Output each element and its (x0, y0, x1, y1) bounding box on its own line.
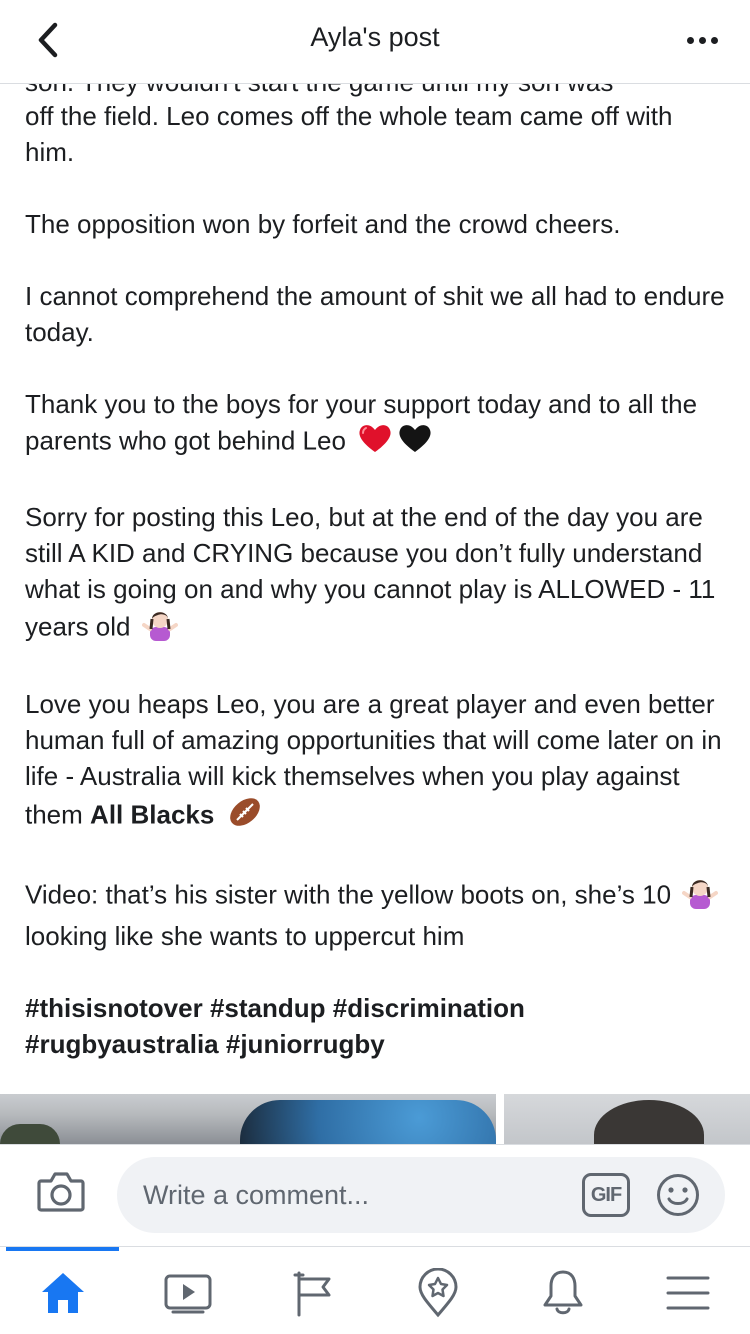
post-media-strip (0, 1094, 750, 1144)
more-horizontal-icon (686, 36, 694, 44)
photo-detail (0, 1124, 60, 1144)
post-photo[interactable] (0, 1094, 496, 1144)
tab-pages[interactable] (250, 1261, 375, 1325)
menu-icon (666, 1276, 709, 1310)
tab-explore[interactable] (375, 1261, 500, 1325)
back-button[interactable] (26, 18, 70, 62)
post-paragraph-text: looking like she wants to uppercut him (25, 921, 465, 951)
bell-icon (543, 1270, 582, 1315)
top-navigation-bar: Ayla's post (0, 0, 750, 84)
black-heart-icon (397, 422, 433, 463)
camera-button[interactable] (36, 1169, 92, 1219)
explore-star-icon (417, 1268, 458, 1318)
pages-flag-icon (293, 1271, 330, 1317)
hashtag-link[interactable]: #juniorrugby (226, 1029, 385, 1059)
hashtag-link[interactable]: #thisisnotover (25, 993, 203, 1023)
person-shrugging-icon (682, 875, 719, 918)
photo-detail (594, 1100, 704, 1144)
post-paragraph: Thank you to the boys for your support t… (25, 386, 725, 463)
red-heart-icon (357, 422, 393, 463)
comment-input[interactable] (117, 1157, 725, 1233)
tab-menu[interactable] (625, 1261, 750, 1325)
sticker-button[interactable] (656, 1173, 700, 1217)
comment-composer: GIF (0, 1144, 750, 1246)
team-name-link[interactable]: All Blacks (90, 799, 214, 829)
photo-detail (240, 1100, 496, 1144)
camera-icon (37, 1172, 85, 1212)
bottom-tab-bar (0, 1246, 750, 1334)
hashtag-link[interactable]: #discrimination (333, 993, 525, 1023)
active-tab-indicator (6, 1247, 119, 1251)
post-paragraph-text: Sorry for posting this Leo, but at the e… (25, 502, 716, 642)
more-options-button[interactable] (680, 24, 724, 56)
post-paragraph: Sorry for posting this Leo, but at the e… (25, 499, 725, 650)
dot (710, 36, 718, 44)
post-paragraph: Video: that’s his sister with the yellow… (25, 875, 725, 954)
tab-home[interactable] (0, 1261, 125, 1325)
home-icon (41, 1273, 84, 1313)
post-photo[interactable] (504, 1094, 750, 1144)
hashtag-link[interactable]: #rugbyaustralia (25, 1029, 219, 1059)
dot (698, 36, 706, 44)
tab-notifications[interactable] (500, 1261, 625, 1325)
smiley-icon (657, 1174, 699, 1216)
hashtag-list: #thisisnotover #standup #discrimination … (25, 990, 725, 1062)
chevron-left-icon (38, 22, 58, 58)
post-paragraph: off the field. Leo comes off the whole t… (25, 101, 673, 167)
page-title: Ayla's post (310, 22, 440, 52)
person-shrugging-icon (141, 607, 178, 650)
post-body: son. They wouldn't start the game until … (0, 84, 750, 1146)
post-paragraph: Love you heaps Leo, you are a great play… (25, 686, 725, 839)
post-paragraph: I cannot comprehend the amount of shit w… (25, 281, 725, 347)
tab-video[interactable] (125, 1261, 250, 1325)
gif-button[interactable]: GIF (582, 1173, 630, 1217)
video-icon (164, 1274, 211, 1314)
post-paragraph-text: Video: that’s his sister with the yellow… (25, 879, 672, 910)
hashtag-link[interactable]: #standup (210, 993, 326, 1023)
post-text: off the field. Leo comes off the whole t… (25, 98, 725, 1062)
football-icon (226, 794, 264, 839)
post-paragraph: The opposition won by forfeit and the cr… (25, 209, 621, 239)
